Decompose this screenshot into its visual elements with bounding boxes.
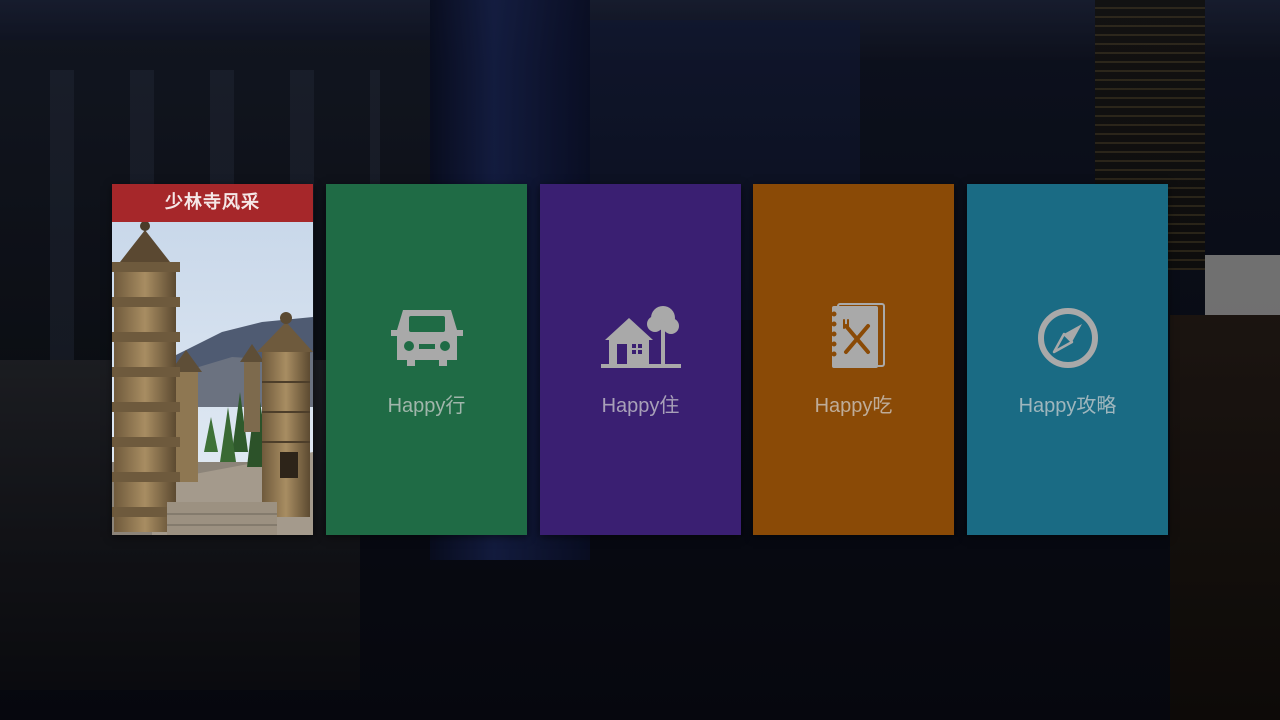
tile-happy-food[interactable]: Happy吃 <box>753 184 954 535</box>
tile-shaolin-photo[interactable]: 少林寺风采 <box>112 184 313 535</box>
house-icon <box>600 306 681 368</box>
compass-icon <box>1037 308 1098 368</box>
tile-happy-transport[interactable]: Happy行 <box>326 184 527 535</box>
tile-happy-guide[interactable]: Happy攻略 <box>967 184 1168 535</box>
home-screen: 少林寺风采 Happy行 Happy住 Happy吃 Happy攻略 <box>0 0 1280 720</box>
photo-tile-title: 少林寺风采 <box>112 184 313 222</box>
tile-label-stay: Happy住 <box>601 395 680 417</box>
pagoda-forest-photo <box>112 222 313 535</box>
tile-label-guide: Happy攻略 <box>1018 395 1117 417</box>
car-icon <box>390 310 463 366</box>
menu-icon <box>831 303 885 368</box>
tile-label-food: Happy吃 <box>814 395 893 417</box>
tile-happy-stay[interactable]: Happy住 <box>540 184 741 535</box>
tile-label-transport: Happy行 <box>387 395 466 417</box>
